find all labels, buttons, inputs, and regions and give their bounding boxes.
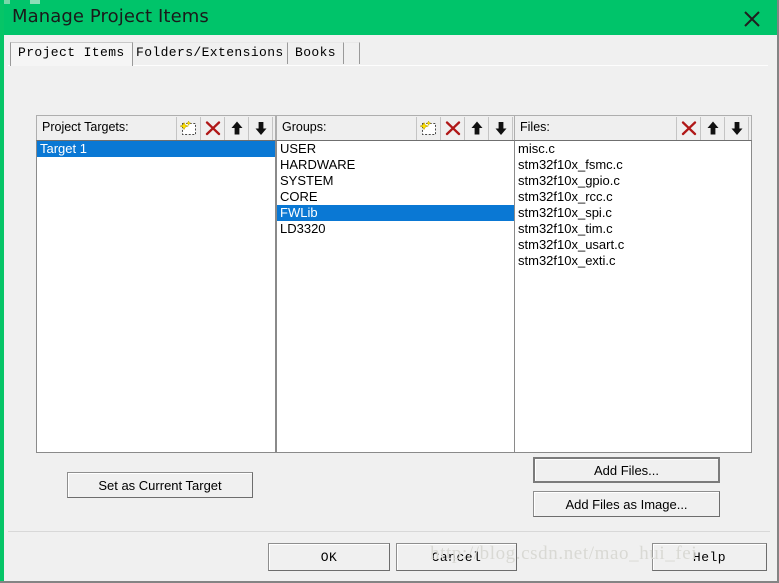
arrow-down-icon [495, 122, 507, 135]
files-toolbar [676, 117, 749, 140]
ok-button[interactable]: OK [268, 543, 390, 571]
files-delete-button[interactable] [676, 117, 701, 140]
window-title: Manage Project Items [12, 6, 209, 27]
project-items-panel: Project Targets: Target 1 Groups: USER H… [8, 65, 768, 528]
groups-delete-button[interactable] [440, 117, 465, 140]
groups-label: Groups: [282, 120, 327, 134]
set-as-current-target-button[interactable]: Set as Current Target [67, 472, 253, 498]
groups-move-down-button[interactable] [488, 117, 513, 140]
tab-folders-extensions[interactable]: Folders/Extensions [128, 42, 292, 64]
window-top-artifact [0, 0, 390, 4]
files-item[interactable]: stm32f10x_exti.c [515, 253, 751, 269]
project-targets-delete-button[interactable] [200, 117, 225, 140]
files-item[interactable]: stm32f10x_spi.c [515, 205, 751, 221]
project-targets-listbox[interactable]: Target 1 [36, 140, 276, 453]
arrow-up-icon [231, 121, 243, 135]
close-icon [744, 11, 760, 27]
groups-item[interactable]: CORE [277, 189, 515, 205]
project-targets-move-down-button[interactable] [248, 117, 273, 140]
title-bar: Manage Project Items [0, 0, 777, 35]
files-item[interactable]: stm32f10x_fsmc.c [515, 157, 751, 173]
project-targets-item[interactable]: Target 1 [37, 141, 275, 157]
new-item-icon [420, 120, 436, 135]
groups-item[interactable]: HARDWARE [277, 157, 515, 173]
files-label: Files: [520, 120, 550, 134]
arrow-up-icon [707, 121, 719, 135]
delete-icon [205, 121, 221, 136]
groups-new-button[interactable] [416, 117, 441, 140]
window-left-edge [0, 0, 4, 581]
groups-move-up-button[interactable] [464, 117, 489, 140]
groups-header: Groups: [276, 115, 516, 140]
project-targets-label: Project Targets: [42, 120, 129, 134]
arrow-down-icon [731, 122, 743, 135]
files-item[interactable]: stm32f10x_usart.c [515, 237, 751, 253]
groups-item[interactable]: SYSTEM [277, 173, 515, 189]
groups-toolbar [416, 117, 513, 140]
footer-separator [8, 531, 770, 532]
close-button[interactable] [731, 2, 773, 32]
groups-item-selected[interactable]: FWLib [277, 205, 515, 221]
groups-item[interactable]: LD3320 [277, 221, 515, 237]
project-targets-header: Project Targets: [36, 115, 276, 140]
help-button[interactable]: Help [652, 543, 767, 571]
project-targets-new-button[interactable] [176, 117, 201, 140]
tab-books[interactable]: Books [287, 42, 345, 64]
project-targets-move-up-button[interactable] [224, 117, 249, 140]
files-item[interactable]: stm32f10x_gpio.c [515, 173, 751, 189]
new-item-icon [180, 120, 196, 135]
add-files-as-image-button[interactable]: Add Files as Image... [533, 491, 720, 517]
files-header: Files: [514, 115, 752, 140]
files-item[interactable]: stm32f10x_rcc.c [515, 189, 751, 205]
groups-item[interactable]: USER [277, 141, 515, 157]
add-files-button[interactable]: Add Files... [533, 457, 720, 483]
manage-project-items-dialog: Manage Project Items Project Items Folde… [0, 0, 779, 583]
tab-project-items[interactable]: Project Items [10, 42, 133, 66]
project-targets-toolbar [176, 117, 273, 140]
groups-listbox[interactable]: USER HARDWARE SYSTEM CORE FWLib LD3320 [276, 140, 516, 453]
delete-icon [681, 121, 697, 136]
files-move-up-button[interactable] [700, 117, 725, 140]
cancel-button[interactable]: Cancel [396, 543, 517, 571]
files-listbox[interactable]: misc.c stm32f10x_fsmc.c stm32f10x_gpio.c… [514, 140, 752, 453]
files-item[interactable]: stm32f10x_tim.c [515, 221, 751, 237]
delete-icon [445, 121, 461, 136]
files-item[interactable]: misc.c [515, 141, 751, 157]
files-move-down-button[interactable] [724, 117, 749, 140]
arrow-down-icon [255, 122, 267, 135]
tab-strip-filler [345, 42, 360, 64]
arrow-up-icon [471, 121, 483, 135]
